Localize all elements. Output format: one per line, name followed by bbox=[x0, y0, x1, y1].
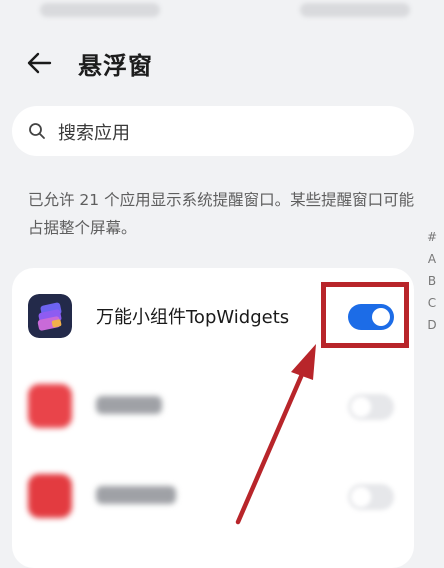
index-letter[interactable]: D bbox=[424, 314, 440, 336]
index-letter[interactable]: C bbox=[424, 292, 440, 314]
blurred-app-name bbox=[96, 396, 162, 414]
status-time-blurred bbox=[40, 3, 160, 17]
index-letter[interactable]: A bbox=[424, 248, 440, 270]
blurred-app-icon bbox=[28, 384, 72, 428]
blurred-app-name bbox=[96, 486, 176, 504]
app-name: 万能小组件TopWidgets bbox=[96, 307, 290, 328]
search-icon bbox=[29, 123, 45, 139]
list-item[interactable] bbox=[12, 466, 414, 526]
list-item[interactable] bbox=[12, 376, 414, 436]
floating-window-toggle[interactable] bbox=[348, 394, 394, 420]
blurred-app-icon bbox=[28, 474, 72, 518]
search-placeholder: 搜索应用 bbox=[58, 123, 130, 144]
topwidgets-app-icon bbox=[28, 294, 72, 338]
search-input[interactable]: 搜索应用 bbox=[12, 106, 414, 156]
status-icons-blurred bbox=[300, 3, 410, 17]
description-text: 已允许 21 个应用显示系统提醒窗口。某些提醒窗口可能占据整个屏幕。 bbox=[28, 191, 415, 237]
toggle-knob bbox=[351, 397, 371, 417]
toggle-knob bbox=[351, 487, 371, 507]
annotation-highlight-box bbox=[321, 282, 409, 348]
page-title: 悬浮窗 bbox=[78, 52, 153, 80]
arrow-left-icon[interactable] bbox=[24, 48, 54, 78]
floating-window-toggle[interactable] bbox=[348, 484, 394, 510]
header: 悬浮窗 bbox=[0, 40, 444, 86]
index-letter[interactable]: B bbox=[424, 270, 440, 292]
alphabet-index-bar[interactable]: # A B C D bbox=[424, 226, 440, 336]
index-letter[interactable]: # bbox=[424, 226, 440, 248]
status-bar bbox=[0, 0, 444, 26]
